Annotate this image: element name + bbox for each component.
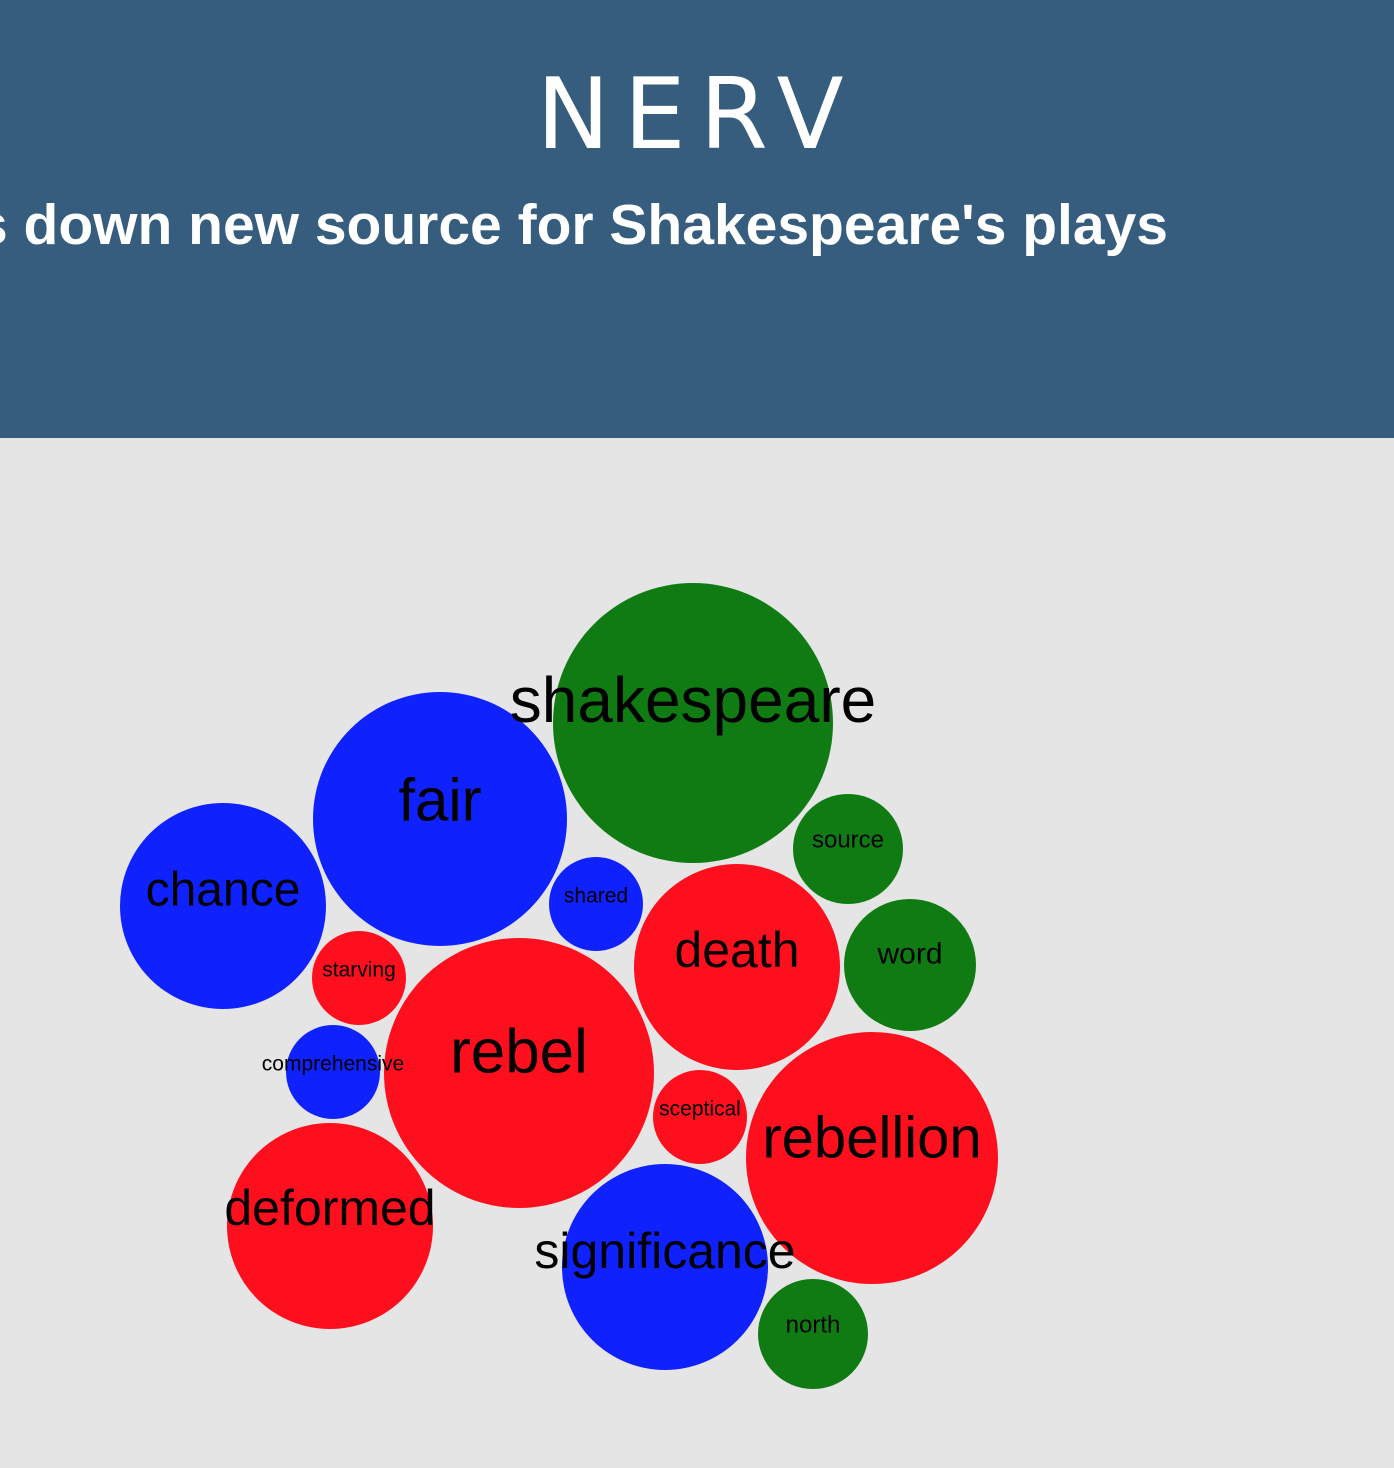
bubble-chart-area: shakespeare fair chance source shared death wo… [0, 438, 1394, 1468]
headline-text: Software pins down new source for Shakes… [0, 193, 1168, 257]
bubble-label-source: source [812, 827, 884, 854]
bubble-label-word: word [876, 938, 942, 971]
bubble-label-rebellion: rebellion [762, 1106, 981, 1171]
bubble-label-starving: starving [322, 959, 396, 982]
bubble-label-fair: fair [398, 767, 481, 834]
bubble-label-significance: significance [534, 1223, 795, 1279]
bubble-label-sceptical: sceptical [659, 1098, 741, 1121]
bubble-label-shared: shared [564, 885, 628, 908]
bubble-label-chance: chance [146, 864, 301, 917]
bubble-label-north: north [786, 1312, 841, 1339]
bubble-label-shakespeare: shakespeare [510, 664, 876, 736]
bubble-chart: shakespeare fair chance source shared death wo… [120, 583, 998, 1389]
header-banner: NERV Software pins down new source for S… [0, 0, 1394, 438]
bubble-label-comprehensive: comprehensive [262, 1053, 404, 1076]
bubble-label-death: death [674, 922, 799, 978]
bubble-label-deformed: deformed [224, 1180, 435, 1236]
app-title: NERV [536, 58, 858, 172]
bubble-label-rebel: rebel [450, 1018, 588, 1087]
headline-ticker: Software pins down new source for Shakes… [0, 190, 1394, 260]
